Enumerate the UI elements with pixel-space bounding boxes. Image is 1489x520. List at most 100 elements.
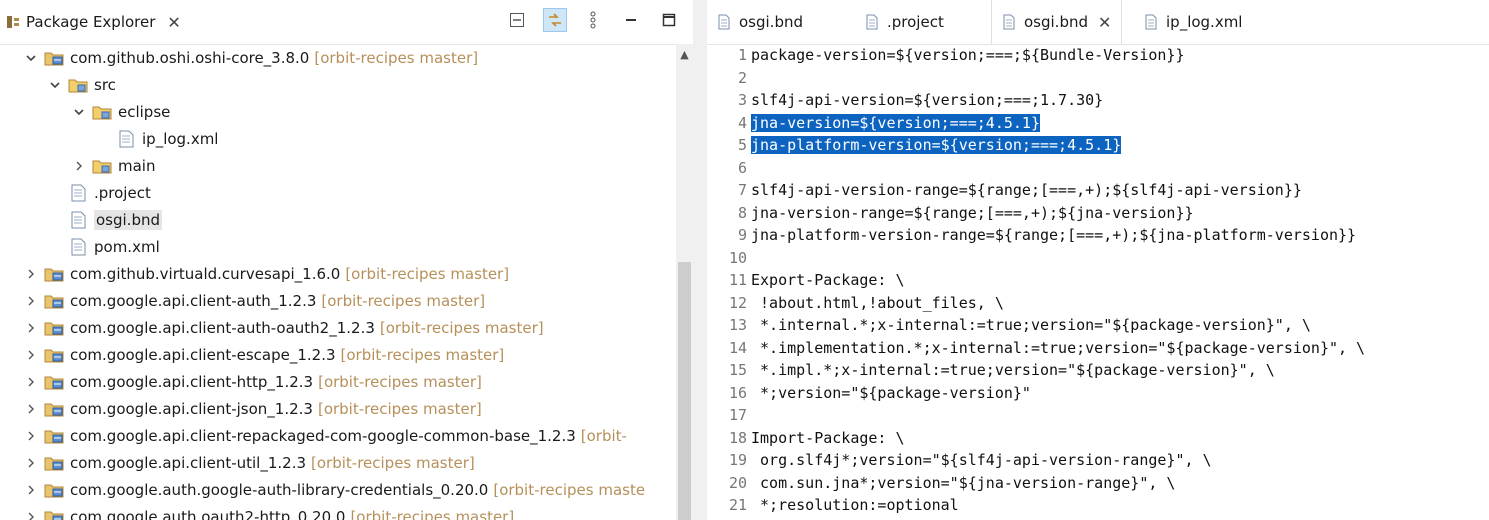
tree-item[interactable]: com.google.api.client-auth_1.2.3 [orbit-r… xyxy=(0,287,693,314)
view-menu-icon xyxy=(590,11,596,29)
tree-item-label: com.google.auth.google-auth-library-cred… xyxy=(70,480,489,499)
line-number: 21 xyxy=(728,496,747,514)
chevron-right-icon[interactable] xyxy=(24,348,38,362)
tree-item[interactable]: com.github.virtuald.curvesapi_1.6.0 [orbi… xyxy=(0,260,693,287)
chevron-right-icon[interactable] xyxy=(24,294,38,308)
chevron-right-icon[interactable] xyxy=(24,402,38,416)
chevron-down-icon[interactable] xyxy=(24,51,38,65)
tree-item[interactable]: com.github.oshi.oshi-core_3.8.0 [orbit-re… xyxy=(0,44,693,71)
tree-item[interactable]: ip_log.xml xyxy=(0,125,693,152)
vertical-scrollbar[interactable]: ▲ xyxy=(676,44,693,520)
file-icon xyxy=(1144,14,1158,30)
line-number: 12 xyxy=(728,293,747,312)
tree-item[interactable]: com.google.api.client-escape_1.2.3 [orbit… xyxy=(0,341,693,368)
tree-item[interactable]: com.google.auth.oauth2-http_0.20.0 [orbit… xyxy=(0,503,693,520)
editor-tab[interactable]: .project xyxy=(855,0,954,44)
chevron-down-icon[interactable] xyxy=(72,105,86,119)
close-icon[interactable]: ✕ xyxy=(167,13,180,32)
git-decoration: [orbit-recipes maste xyxy=(493,480,646,499)
file-icon xyxy=(116,130,136,148)
chevron-right-icon[interactable] xyxy=(24,456,38,470)
git-decoration: [orbit- xyxy=(580,426,627,445)
chevron-right-icon[interactable] xyxy=(24,267,38,281)
tree-item[interactable]: pom.xml xyxy=(0,233,693,260)
editor-tab[interactable]: ip_log.xml xyxy=(1134,0,1252,44)
code-line[interactable]: 11 Export-Package: \ xyxy=(707,269,905,292)
chevron-right-icon[interactable] xyxy=(24,321,38,335)
code-line[interactable]: 1 package-version=${version;===;${Bundle-… xyxy=(707,44,1185,67)
file-icon xyxy=(1002,14,1016,30)
code-editor[interactable]: 1 package-version=${version;===;${Bundle-… xyxy=(707,44,1489,520)
git-decoration: [orbit-recipes master] xyxy=(340,345,505,364)
code-line[interactable]: 2 xyxy=(707,67,751,90)
line-number: 15 xyxy=(728,361,747,379)
tree-item[interactable]: .project xyxy=(0,179,693,206)
tree-item[interactable]: com.google.auth.google-auth-library-cred… xyxy=(0,476,693,503)
package-explorer-tab[interactable]: Package Explorer ✕ xyxy=(0,0,181,44)
view-divider[interactable] xyxy=(693,0,707,520)
chevron-right-icon[interactable] xyxy=(24,375,38,389)
chevron-right-icon[interactable] xyxy=(24,510,38,520)
line-number: 13 xyxy=(728,316,747,334)
tree-item-label: src xyxy=(94,75,116,94)
code-line[interactable]: 14 *.implementation.*;x-internal:=true;v… xyxy=(707,337,1365,360)
code-line[interactable]: 18 Import-Package: \ xyxy=(707,427,905,450)
link-with-editor-button[interactable] xyxy=(543,8,567,32)
code-line[interactable]: 10 xyxy=(707,247,751,270)
minimize-button[interactable] xyxy=(619,8,643,32)
code-line[interactable]: 8 jna-version-range=${range;[===,+);${jna… xyxy=(707,202,1194,225)
chevron-right-icon[interactable] xyxy=(24,483,38,497)
chevron-right-icon[interactable] xyxy=(24,429,38,443)
code-text: package-version=${version;===;${Bundle-V… xyxy=(751,46,1185,64)
line-number: 3 xyxy=(737,91,747,109)
close-icon[interactable]: ✕ xyxy=(1098,13,1111,32)
folder-icon xyxy=(92,157,112,175)
code-line[interactable]: 12 !about.html,!about_files, \ xyxy=(707,292,1004,315)
view-menu-button[interactable] xyxy=(581,8,605,32)
maximize-button[interactable] xyxy=(657,8,681,32)
chevron-down-icon[interactable] xyxy=(48,78,62,92)
tree-item[interactable]: osgi.bnd xyxy=(0,206,693,233)
code-line[interactable]: 13 *.internal.*;x-internal:=true;version… xyxy=(707,314,1311,337)
code-line[interactable]: 17 xyxy=(707,404,751,427)
tree-item[interactable]: com.google.api.client-json_1.2.3 [orbit-r… xyxy=(0,395,693,422)
editor-tab[interactable]: osgi.bnd xyxy=(707,0,813,44)
chevron-right-icon[interactable] xyxy=(72,159,86,173)
project-icon xyxy=(44,427,64,445)
tree-item-label: .project xyxy=(94,183,151,202)
scrollbar-thumb[interactable] xyxy=(678,262,691,520)
code-line[interactable]: 16 *;version="${package-version}" xyxy=(707,382,1031,405)
git-decoration: [orbit-recipes master] xyxy=(318,372,482,391)
code-line[interactable]: 7 slf4j-api-version-range=${range;[===,+)… xyxy=(707,179,1302,202)
tree-item[interactable]: eclipse xyxy=(0,98,693,125)
tree-item-label: com.google.api.client-json_1.2.3 xyxy=(70,399,313,418)
project-icon xyxy=(44,319,64,337)
code-line[interactable]: 15 *.impl.*;x-internal:=true;version="${… xyxy=(707,359,1275,382)
tree-item-label: com.github.virtuald.curvesapi_1.6.0 xyxy=(70,264,341,283)
code-line[interactable]: 4 jna-version=${version;===;4.5.1} xyxy=(707,112,1040,135)
tree-item[interactable]: src xyxy=(0,71,693,98)
code-line[interactable]: 20 com.sun.jna*;version="${jna-version-r… xyxy=(707,472,1176,495)
code-text: *;resolution:=optional xyxy=(751,496,959,514)
tree-item[interactable]: main xyxy=(0,152,693,179)
chevron-up-icon[interactable]: ▲ xyxy=(676,44,693,64)
code-line[interactable]: 19 org.slf4j*;version="${slf4j-api-versi… xyxy=(707,449,1212,472)
line-number: 16 xyxy=(728,383,747,402)
code-text: jna-version=${version;===;4.5.1} xyxy=(751,113,1040,132)
folder-icon xyxy=(92,103,112,121)
tree-item[interactable]: com.google.api.client-repackaged-com-goo… xyxy=(0,422,693,449)
tree-item[interactable]: com.google.api.client-auth-oauth2_1.2.3[… xyxy=(0,314,693,341)
project-icon xyxy=(44,265,64,283)
code-line[interactable]: 9 jna-platform-version-range=${range;[===… xyxy=(707,224,1356,247)
tree-item[interactable]: com.google.api.client-util_1.2.3 [orbit-r… xyxy=(0,449,693,476)
file-icon xyxy=(68,184,88,202)
collapse-all-button[interactable] xyxy=(505,8,529,32)
code-text: !about.html,!about_files, \ xyxy=(751,293,1004,312)
editor-tab[interactable]: osgi.bnd ✕ xyxy=(991,0,1123,44)
line-number: 14 xyxy=(728,338,747,357)
code-line[interactable]: 21 *;resolution:=optional xyxy=(707,494,959,517)
code-line[interactable]: 3 slf4j-api-version=${version;===;1.7.30} xyxy=(707,89,1103,112)
tree-item[interactable]: com.google.api.client-http_1.2.3 [orbit-r… xyxy=(0,368,693,395)
code-line[interactable]: 6 xyxy=(707,157,751,180)
code-line[interactable]: 5 jna-platform-version=${version;===;4.5.… xyxy=(707,134,1122,157)
